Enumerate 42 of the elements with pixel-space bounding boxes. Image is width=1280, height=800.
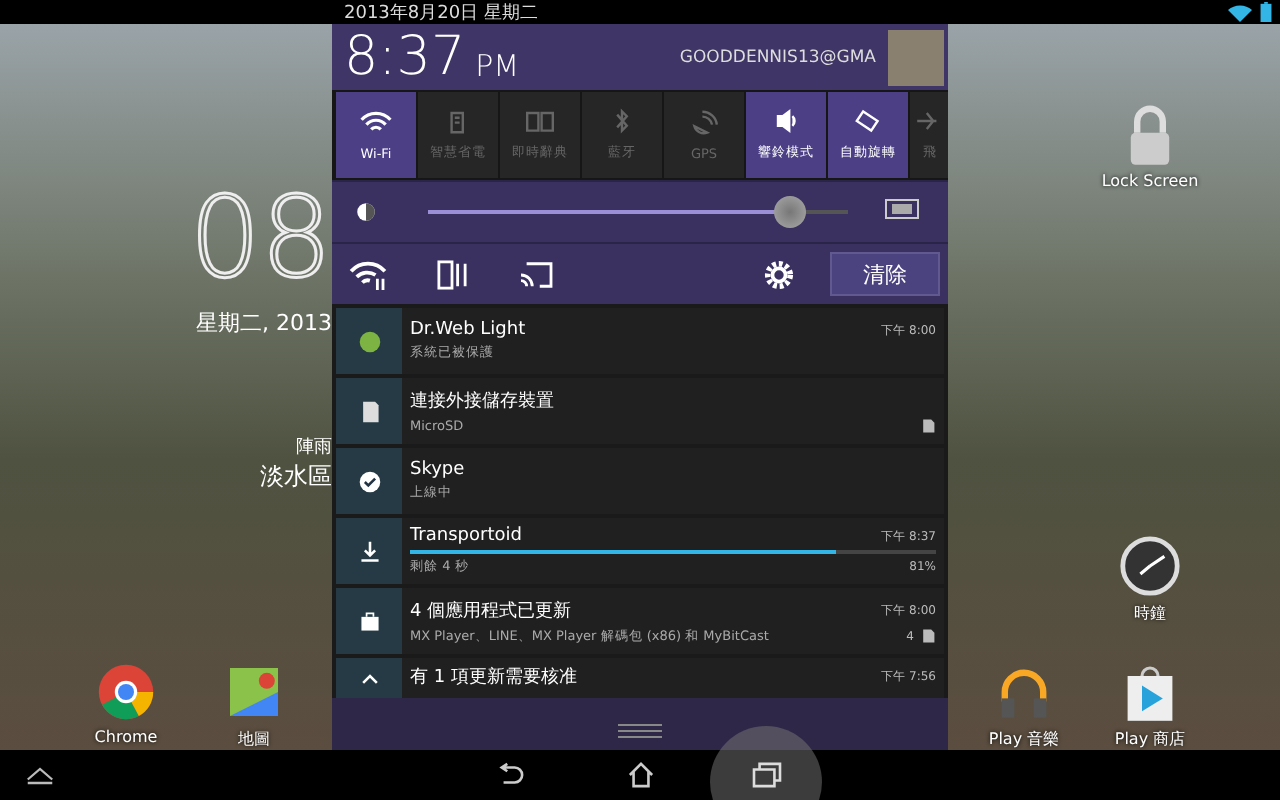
shade-time: 8:37 [344,26,466,88]
brightness-icon [352,198,380,226]
app-label[interactable]: Play 商店 [1114,728,1186,750]
sd-card-icon [357,399,381,423]
notification-title: Skype [410,460,465,480]
notification-title: 連接外接儲存裝置 [410,389,554,414]
app-label[interactable]: Lock Screen [1101,172,1199,190]
chrome-icon[interactable] [94,660,158,724]
notification-title: Dr.Web Light [410,320,526,340]
home-icon[interactable] [626,762,656,788]
notification-title: 4 個應用程式已更新 [410,599,572,623]
shade-time-period: PM [475,47,520,83]
notification-title: Transportoid [410,526,522,546]
weather-condition: 陣雨 [296,435,332,460]
back-icon[interactable] [496,762,526,788]
clock-widget-time: 08 [189,184,332,296]
app-label[interactable]: Chrome [94,728,158,746]
wifi-signal-icon [1228,3,1252,21]
settings-icon[interactable] [764,259,794,289]
battery-icon [1260,2,1272,22]
app-label[interactable]: 地圖 [238,728,270,750]
screen-cast-icon[interactable] [516,259,556,289]
recent-apps-icon [751,762,781,788]
toggle-icon [688,109,720,135]
app-label[interactable]: Play 音樂 [988,728,1060,750]
shade-handle[interactable] [332,698,948,750]
account-email: GOODDENNIS13@GMA [679,47,876,67]
wifi-settings-icon[interactable] [348,259,388,289]
equalizer-icon[interactable] [432,259,472,289]
caret-up-icon[interactable] [26,766,54,786]
clock-widget-date: 星期二, 2013 [196,308,332,338]
sd-card-icon [920,418,936,434]
checkmark-icon [357,469,381,493]
download-icon [357,539,381,563]
notification-title: 有 1 項更新需要核准 [410,665,577,690]
toggle-icon [852,108,884,134]
toggle-icon [360,109,392,135]
toggle-icon [524,108,556,134]
weather-location: 淡水區 [260,460,332,494]
app-label[interactable]: 時鐘 [1134,602,1166,624]
clear-button[interactable]: 清除 [830,252,940,296]
status-date: 2013年8月20日 星期二 [344,1,538,25]
